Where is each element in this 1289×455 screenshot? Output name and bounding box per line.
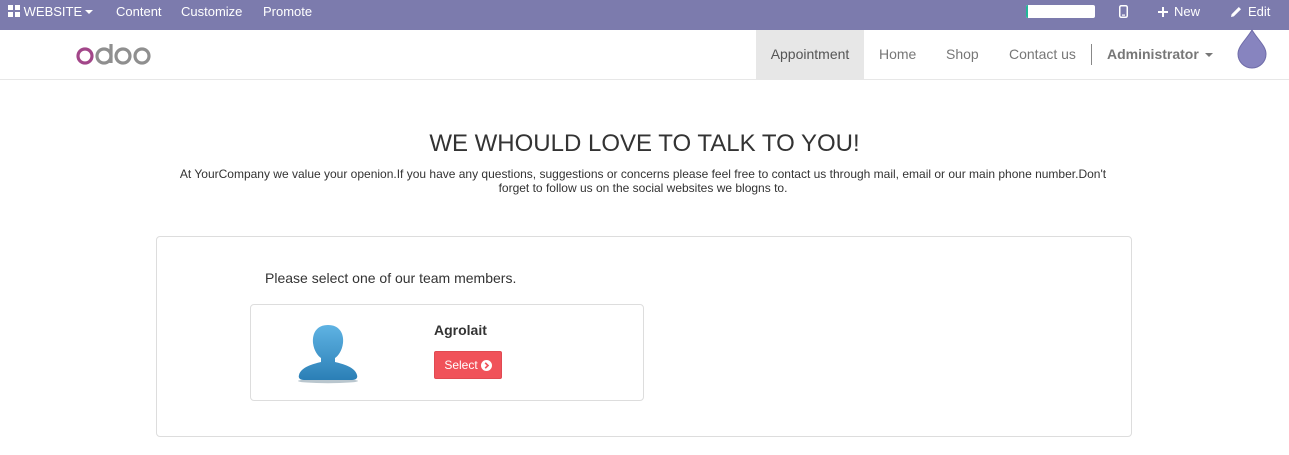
- select-button-label: Select: [444, 358, 478, 372]
- person-silhouette-icon: [298, 325, 358, 384]
- website-menu-label: WEBSITE: [23, 4, 83, 19]
- intro-text: At YourCompany we value your openion.If …: [179, 167, 1107, 195]
- new-button-label: New: [1174, 4, 1201, 19]
- team-member-name: Agrolait: [434, 322, 487, 338]
- mobile-icon[interactable]: [1119, 5, 1128, 18]
- plus-icon: [1158, 7, 1168, 17]
- user-menu[interactable]: Administrator: [1107, 30, 1213, 79]
- promote-menu[interactable]: Promote: [263, 0, 312, 24]
- page-heading: WE WHOULD LOVE TO TALK TO YOU!: [429, 130, 860, 157]
- user-menu-label: Administrator: [1107, 46, 1199, 62]
- edit-button-label: Edit: [1248, 4, 1271, 19]
- main-navbar: Appointment Home Shop Contact us Adminis…: [0, 30, 1289, 80]
- odoo-logo[interactable]: [76, 42, 152, 68]
- content-menu[interactable]: Content: [116, 0, 162, 24]
- new-button[interactable]: New: [1158, 0, 1200, 24]
- pencil-icon: [1231, 7, 1241, 17]
- droplet-icon[interactable]: [1236, 28, 1268, 70]
- customize-menu[interactable]: Customize: [181, 0, 242, 24]
- select-button[interactable]: Select: [434, 351, 502, 379]
- nav-item-appointment[interactable]: Appointment: [756, 30, 864, 79]
- caret-down-icon: [85, 10, 94, 14]
- nav-item-home[interactable]: Home: [879, 30, 916, 79]
- grid-icon: [8, 5, 20, 17]
- nav-divider: [1091, 44, 1092, 65]
- caret-down-icon: [1204, 53, 1213, 57]
- edit-button[interactable]: Edit: [1231, 0, 1270, 24]
- website-menu[interactable]: WEBSITE: [8, 0, 94, 24]
- chevron-circle-right-icon: [480, 359, 492, 371]
- select-prompt: Please select one of our team members.: [265, 270, 517, 286]
- admin-bar: WEBSITE Content Customize Promote New Ed…: [0, 0, 1289, 30]
- nav-item-contact-us[interactable]: Contact us: [1009, 30, 1076, 79]
- nav-item-shop[interactable]: Shop: [946, 30, 979, 79]
- progress-bar: [1026, 5, 1095, 18]
- progress-fill: [1026, 5, 1029, 18]
